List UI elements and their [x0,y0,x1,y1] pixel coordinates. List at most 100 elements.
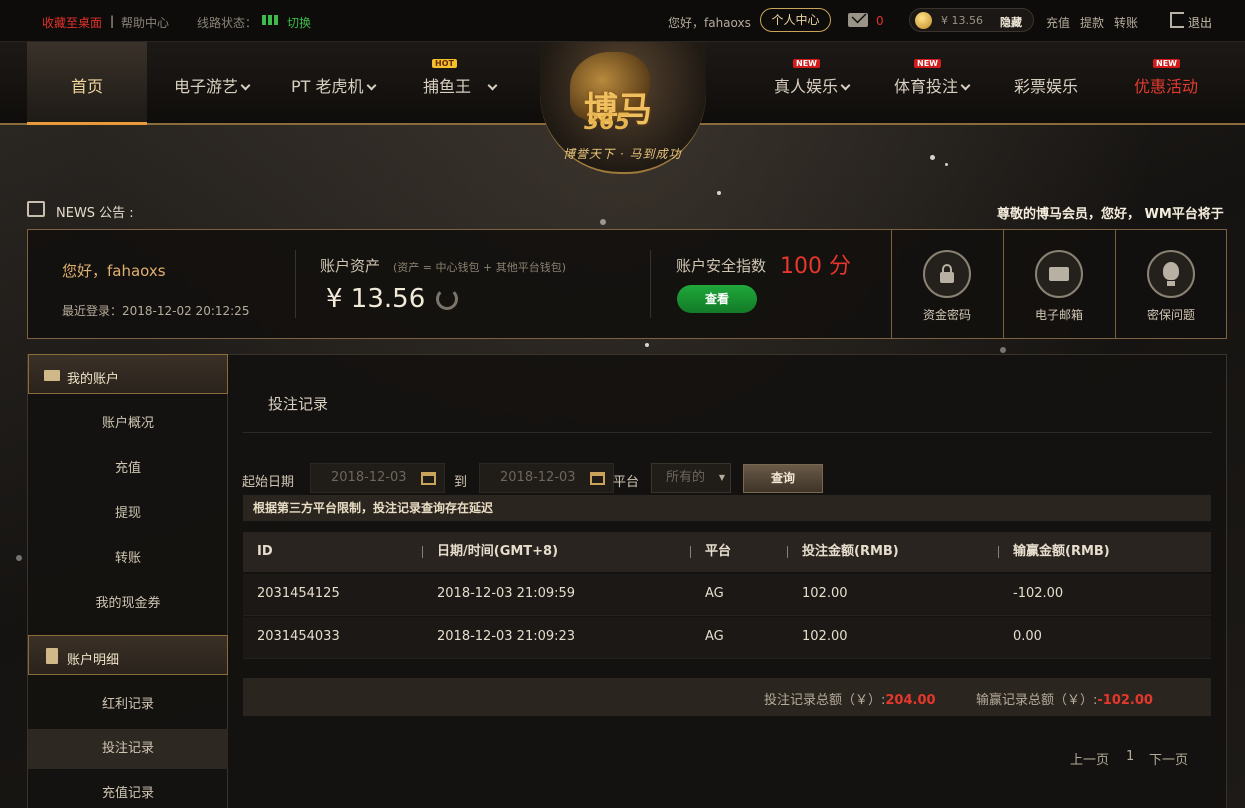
bookmark-link[interactable]: 收藏至桌面 [42,14,102,31]
sidebar-section-label: 我的账户 [67,372,120,387]
star-decoration [600,219,606,225]
page-number[interactable]: 1 [1126,749,1134,764]
divider [422,546,423,558]
bet-total-value: 204.00 [885,693,936,708]
cell-platform: AG [705,586,724,601]
security-title: 账户安全指数 [676,257,767,275]
sidebar-item-bet-records[interactable]: 投注记录 [28,729,228,769]
cell-bet-amount: 102.00 [802,586,848,601]
sidebar-item-withdraw[interactable]: 提现 [28,494,228,534]
account-greeting: 您好，fahaoxs [62,262,166,280]
security-score: 100 分 [780,254,851,279]
sidebar-section-label: 账户明细 [67,653,120,668]
column-header: ID [257,544,273,559]
nav-sports-label: 体育投注 [894,77,959,96]
envelope-icon [1049,267,1069,281]
nav-pt-slots-label: PT 老虎机 [291,77,364,96]
sidebar-item-vouchers[interactable]: 我的现金券 [28,584,228,624]
deposit-link[interactable]: 充值 [1046,14,1070,31]
prev-page-button[interactable]: 上一页 [1070,749,1109,768]
hide-balance-button[interactable]: 隐藏 [1000,14,1022,30]
assets-title: 账户资产 [320,257,381,275]
sidebar-item-overview[interactable]: 账户概况 [28,404,228,444]
refresh-icon[interactable] [436,288,458,310]
bet-total: 投注记录总额（￥）:204.00 [764,689,936,708]
star-decoration [945,163,948,166]
logo-number: 365 [584,110,630,135]
start-date-label: 起始日期 [242,475,295,490]
bet-total-label: 投注记录总额（￥）: [764,693,886,708]
sidebar-item-deposit[interactable]: 充值 [28,449,228,489]
account-summary-panel: 您好，fahaoxs 最近登录：2018-12-02 20:12:25 账户资产… [27,229,1227,339]
totals-bar: 投注记录总额（￥）:204.00 输赢记录总额（￥）:-102.00 [243,678,1211,716]
wallet-balance: ¥ 13.56 隐藏 [909,8,1034,32]
help-center-link[interactable]: 帮助中心 [121,14,169,31]
email-shortcut[interactable]: 电子邮箱 [1003,230,1115,338]
personal-center-button[interactable]: 个人中心 [760,8,831,32]
sidebar-section-my-account[interactable]: 我的账户 [28,354,228,394]
switch-line-link[interactable]: 切换 [287,14,311,31]
transfer-link[interactable]: 转账 [1114,14,1138,31]
chevron-down-icon [487,80,498,91]
logout-icon[interactable] [1170,12,1184,28]
calendar-icon[interactable] [421,472,436,485]
star-decoration [717,191,721,195]
main-content: 投注记录 起始日期 2018-12-03 到 2018-12-03 平台 所有的… [228,354,1227,808]
star-decoration [16,555,22,561]
sidebar: 我的账户 账户概况 充值 提现 转账 我的现金券 账户明细 红利记录 投注记录 … [27,354,228,808]
top-bar: 收藏至桌面 | 帮助中心 线路状态： 切换 您好，fahaoxs 个人中心 0 … [0,0,1245,42]
assets-note: (资产 = 中心钱包 + 其他平台钱包) [393,261,567,274]
start-date-input[interactable]: 2018-12-03 [310,463,445,493]
nav-home-label[interactable]: 首页 [71,73,103,97]
cell-win-loss: -102.00 [1013,586,1064,601]
end-date-value: 2018-12-03 [500,470,576,485]
divider [690,546,691,558]
balance-value: ¥ 13.56 [941,14,983,27]
next-page-button[interactable]: 下一页 [1149,749,1188,768]
win-total-value: -102.00 [1097,693,1153,708]
security-question-shortcut[interactable]: 密保问题 [1115,230,1227,338]
sidebar-section-account-details[interactable]: 账户明细 [28,635,228,675]
calendar-icon[interactable] [590,472,605,485]
divider [650,250,651,318]
nav-live[interactable]: 真人娱乐 [774,73,851,97]
divider [295,250,296,318]
nav-lottery[interactable]: 彩票娱乐 [1014,73,1078,97]
news-ticker[interactable]: 尊敬的博马会员，您好， WM平台将于 [997,203,1227,222]
nav-pt-slots[interactable]: PT 老虎机 [291,73,376,97]
sidebar-item-deposit-records[interactable]: 充值记录 [28,774,228,808]
lock-icon-ring [923,250,971,298]
hot-badge: HOT [432,59,457,68]
nav-fishing-label: 捕鱼王 [423,77,472,96]
cell-id: 2031454033 [257,629,340,644]
nav-sports[interactable]: 体育投注 [894,73,971,97]
bulb-icon-ring [1147,250,1195,298]
sidebar-item-transfer[interactable]: 转账 [28,539,228,579]
cell-platform: AG [705,629,724,644]
sidebar-item-bonus-records[interactable]: 红利记录 [28,685,228,725]
withdraw-link[interactable]: 提款 [1080,14,1104,31]
mail-icon[interactable] [848,13,868,27]
platform-label: 平台 [613,475,640,490]
greeting-text: 您好，fahaoxs [668,16,751,30]
column-header: 平台 [705,544,732,559]
win-total: 输赢记录总额（￥）:-102.00 [976,689,1153,708]
card-icon [44,370,60,381]
nav-fishing[interactable]: 捕鱼王 [423,73,498,97]
fund-password-shortcut[interactable]: 资金密码 [891,230,1003,338]
table-row: 2031454125 2018-12-03 21:09:59 AG 102.00… [243,574,1211,616]
view-security-button[interactable]: 查看 [677,285,757,313]
lightbulb-icon [1163,262,1179,286]
cell-datetime: 2018-12-03 21:09:23 [437,629,576,644]
nav-slots[interactable]: 电子游艺 [174,73,251,97]
end-date-input[interactable]: 2018-12-03 [479,463,614,493]
chevron-down-icon [840,80,851,91]
logout-link[interactable]: 退出 [1188,14,1212,31]
start-date-value: 2018-12-03 [331,470,407,485]
nav-promotions[interactable]: 优惠活动 [1134,73,1198,97]
nav-live-label: 真人娱乐 [774,77,839,96]
news-icon [27,201,45,217]
query-button[interactable]: 查询 [743,464,823,493]
cell-win-loss: 0.00 [1013,629,1042,644]
platform-select[interactable]: 所有的 [651,463,731,493]
